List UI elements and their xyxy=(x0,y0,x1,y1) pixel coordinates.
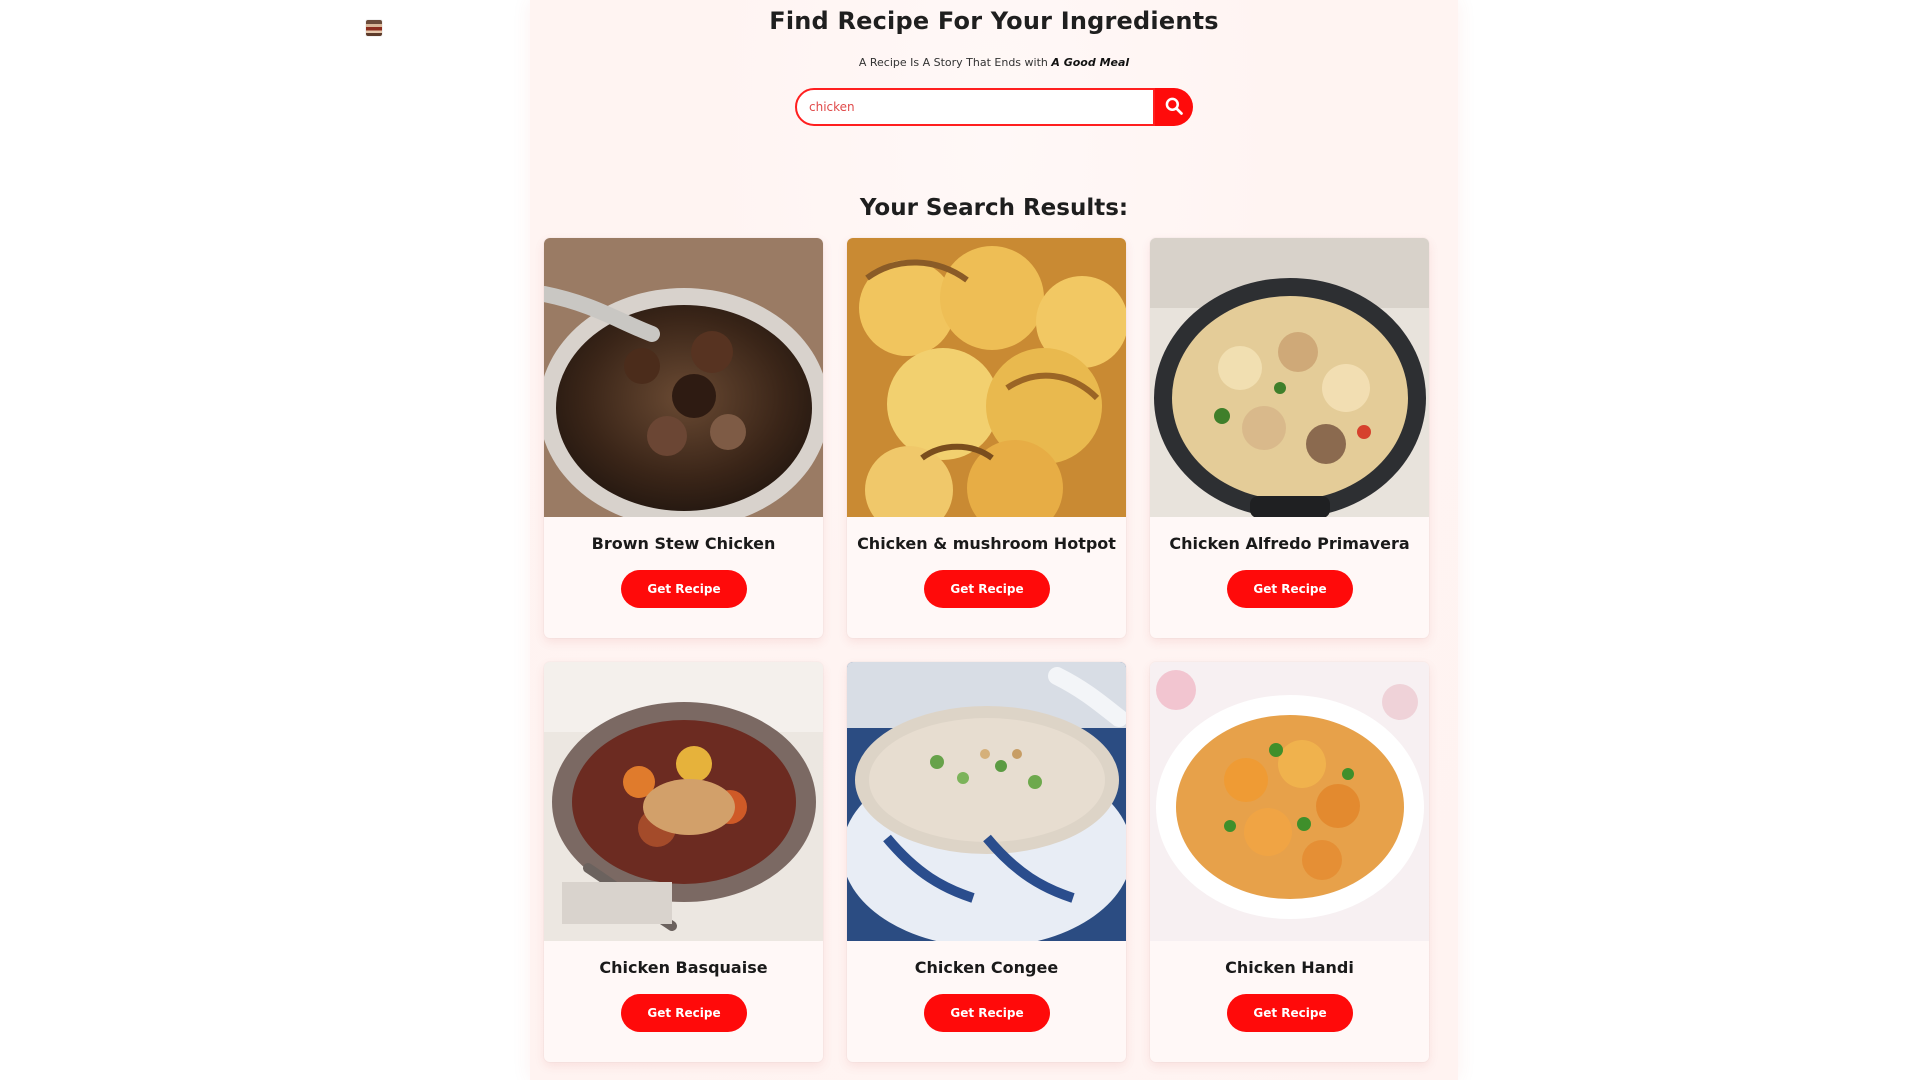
search-bar xyxy=(795,88,1193,126)
recipe-image xyxy=(847,662,1126,941)
recipe-image xyxy=(544,662,823,941)
get-recipe-button[interactable]: Get Recipe xyxy=(1227,570,1353,608)
search-icon xyxy=(1164,96,1184,119)
recipe-title: Chicken Basquaise xyxy=(599,958,768,977)
search-input[interactable] xyxy=(795,88,1155,126)
recipe-title: Chicken Handi xyxy=(1225,958,1354,977)
tagline-text: A Recipe Is A Story That Ends with xyxy=(858,56,1048,69)
recipe-title: Chicken Congee xyxy=(914,958,1059,977)
recipe-card: Chicken Alfredo Primavera Get Recipe xyxy=(1150,238,1429,638)
recipe-title: Brown Stew Chicken xyxy=(591,534,776,553)
recipe-card: Chicken Basquaise Get Recipe xyxy=(544,662,823,1062)
recipe-card: Chicken Handi Get Recipe xyxy=(1150,662,1429,1062)
tagline-emphasis: A Good Meal xyxy=(1051,56,1130,69)
recipe-page: Find Recipe For Your Ingredients A Recip… xyxy=(530,0,1458,1080)
results-heading: Your Search Results: xyxy=(859,195,1129,222)
recipe-card: Chicken Congee Get Recipe xyxy=(847,662,1126,1062)
page-title: Find Recipe For Your Ingredients xyxy=(769,7,1219,35)
get-recipe-button[interactable]: Get Recipe xyxy=(924,994,1050,1032)
get-recipe-button[interactable]: Get Recipe xyxy=(621,570,747,608)
recipe-image xyxy=(1150,662,1429,941)
recipe-image xyxy=(1150,238,1429,517)
get-recipe-button[interactable]: Get Recipe xyxy=(924,570,1050,608)
tagline: A Recipe Is A Story That Ends with A Goo… xyxy=(530,56,1458,69)
recipe-card: Brown Stew Chicken Get Recipe xyxy=(544,238,823,638)
recipe-image xyxy=(847,238,1126,517)
recipe-image xyxy=(544,238,823,517)
logo-icon xyxy=(366,20,382,36)
get-recipe-button[interactable]: Get Recipe xyxy=(621,994,747,1032)
search-button[interactable] xyxy=(1155,88,1193,126)
recipe-title: Chicken Alfredo Primavera xyxy=(1169,534,1410,553)
recipe-title: Chicken & mushroom Hotpot xyxy=(857,534,1116,553)
recipe-card: Chicken & mushroom Hotpot Get Recipe xyxy=(847,238,1126,638)
get-recipe-button[interactable]: Get Recipe xyxy=(1227,994,1353,1032)
